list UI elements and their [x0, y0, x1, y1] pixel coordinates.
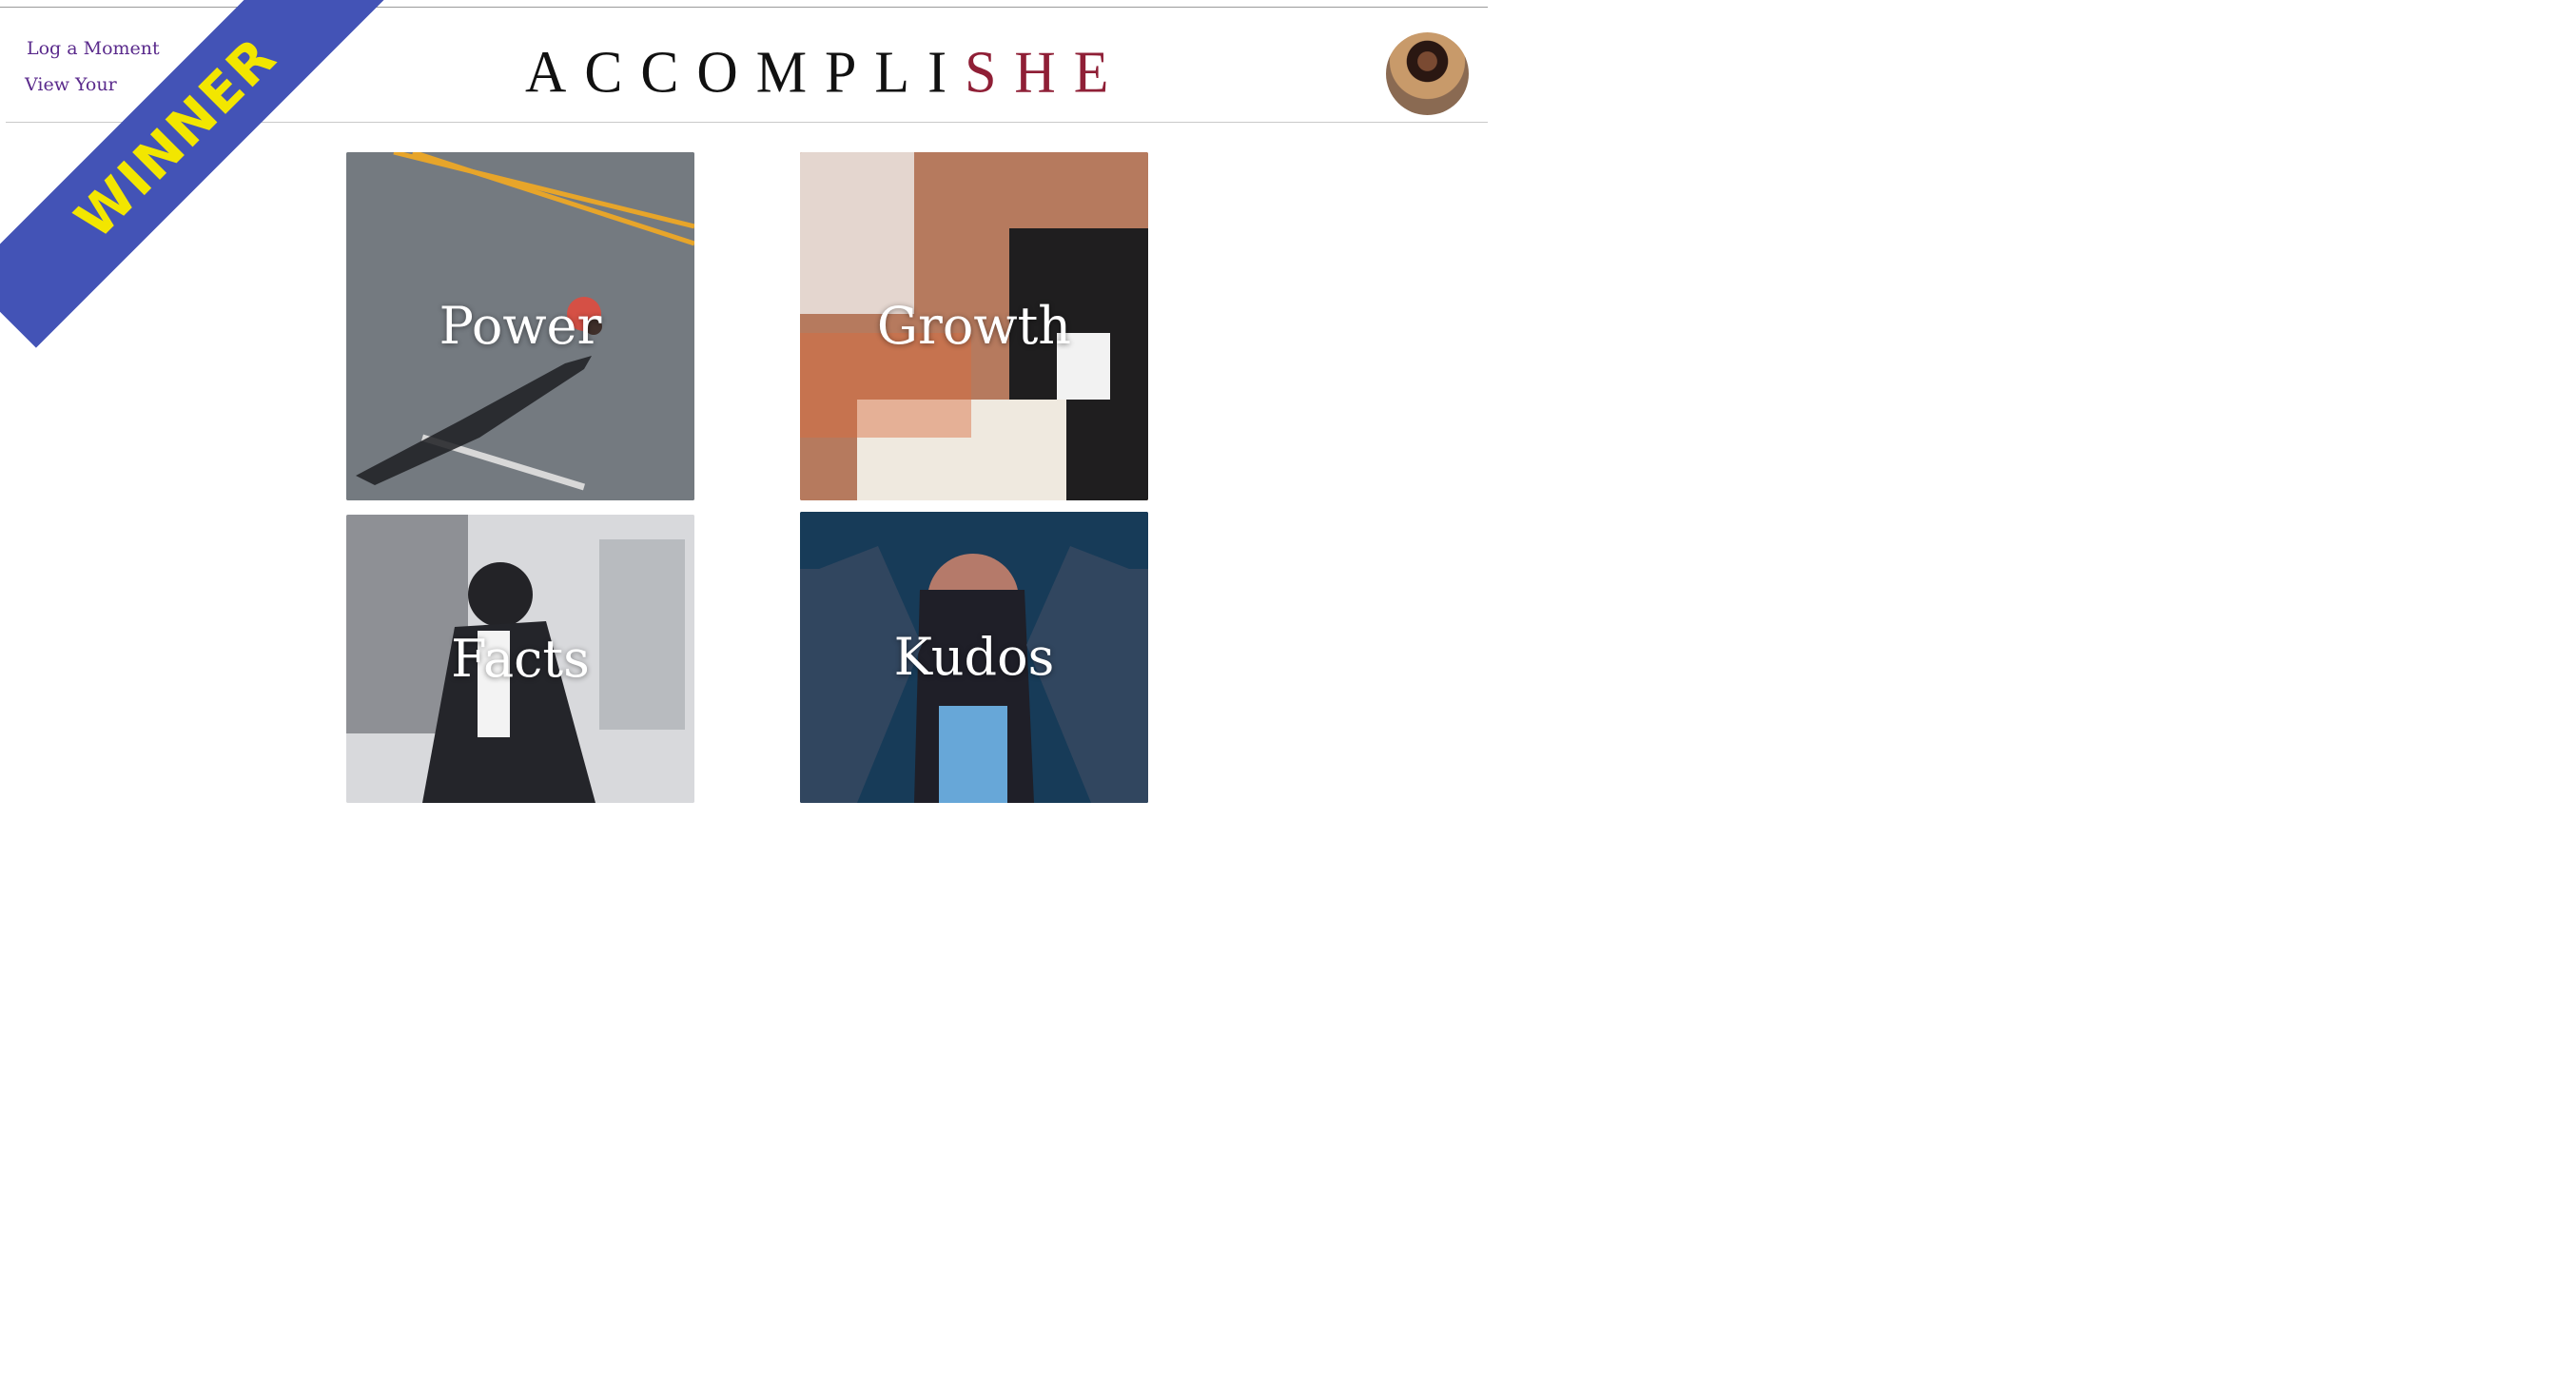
app-root: Log a Moment View Your ACCOMPLISHE Power…: [0, 0, 1488, 803]
tile-power-label: Power: [439, 296, 602, 356]
tile-growth-label: Growth: [876, 296, 1072, 356]
user-avatar[interactable]: [1386, 32, 1469, 115]
tile-growth[interactable]: Growth: [800, 152, 1148, 500]
tile-facts[interactable]: Facts: [346, 515, 694, 803]
tile-power[interactable]: Power: [346, 152, 694, 500]
nav-links: Log a Moment View Your: [25, 38, 160, 95]
top-divider: [0, 7, 1488, 8]
brand-logo[interactable]: ACCOMPLISHE: [525, 38, 1108, 106]
tile-kudos[interactable]: Kudos: [800, 512, 1148, 803]
logo-accent: SHE: [965, 38, 1127, 106]
tile-facts-label: Facts: [451, 628, 590, 689]
view-yours-link[interactable]: View Your: [25, 74, 160, 95]
log-moment-link[interactable]: Log a Moment: [27, 38, 160, 59]
tile-kudos-label: Kudos: [893, 627, 1055, 687]
logo-main: ACCOMPLI: [525, 38, 966, 106]
